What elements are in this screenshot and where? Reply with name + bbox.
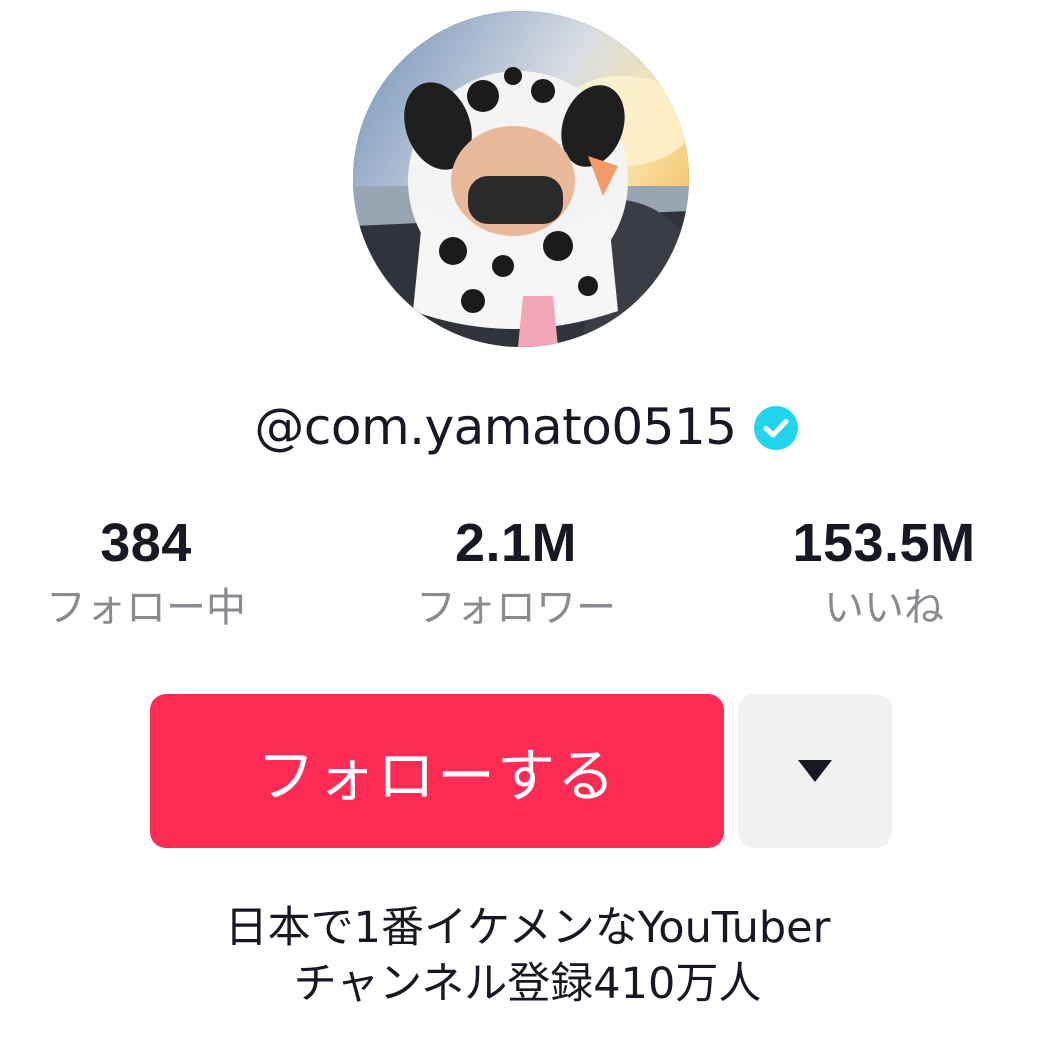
bio-line: 日本で1番イケメンなYouTuber — [224, 903, 831, 953]
following-label: フォロー中 — [46, 585, 246, 631]
followers-label: フォロワー — [416, 585, 616, 631]
more-options-button[interactable] — [738, 694, 892, 848]
profile-header: @com.yamato0515 384 フォロー中 2.1M フォロワー 153… — [0, 0, 1055, 1039]
avatar[interactable] — [353, 11, 689, 347]
username-row: @com.yamato0515 — [0, 392, 1055, 462]
profile-stats: 384 フォロー中 2.1M フォロワー 153.5M いいね — [0, 510, 1055, 640]
likes-stat[interactable]: 153.5M いいね — [734, 510, 1034, 636]
followers-count: 2.1M — [454, 513, 578, 573]
avatar-image — [353, 11, 689, 347]
followers-stat[interactable]: 2.1M フォロワー — [366, 510, 666, 636]
follow-button[interactable]: フォローする — [150, 694, 724, 848]
caret-down-icon — [798, 760, 832, 782]
username: @com.yamato0515 — [254, 398, 737, 456]
likes-count: 153.5M — [792, 513, 976, 573]
profile-bio: 日本で1番イケメンなYouTuber チャンネル登録410万人 — [0, 900, 1055, 1012]
likes-label: いいね — [824, 585, 944, 631]
verified-check-icon — [753, 406, 798, 450]
following-stat[interactable]: 384 フォロー中 — [0, 510, 296, 636]
following-count: 384 — [100, 513, 192, 573]
bio-line: チャンネル登録410万人 — [293, 959, 762, 1009]
